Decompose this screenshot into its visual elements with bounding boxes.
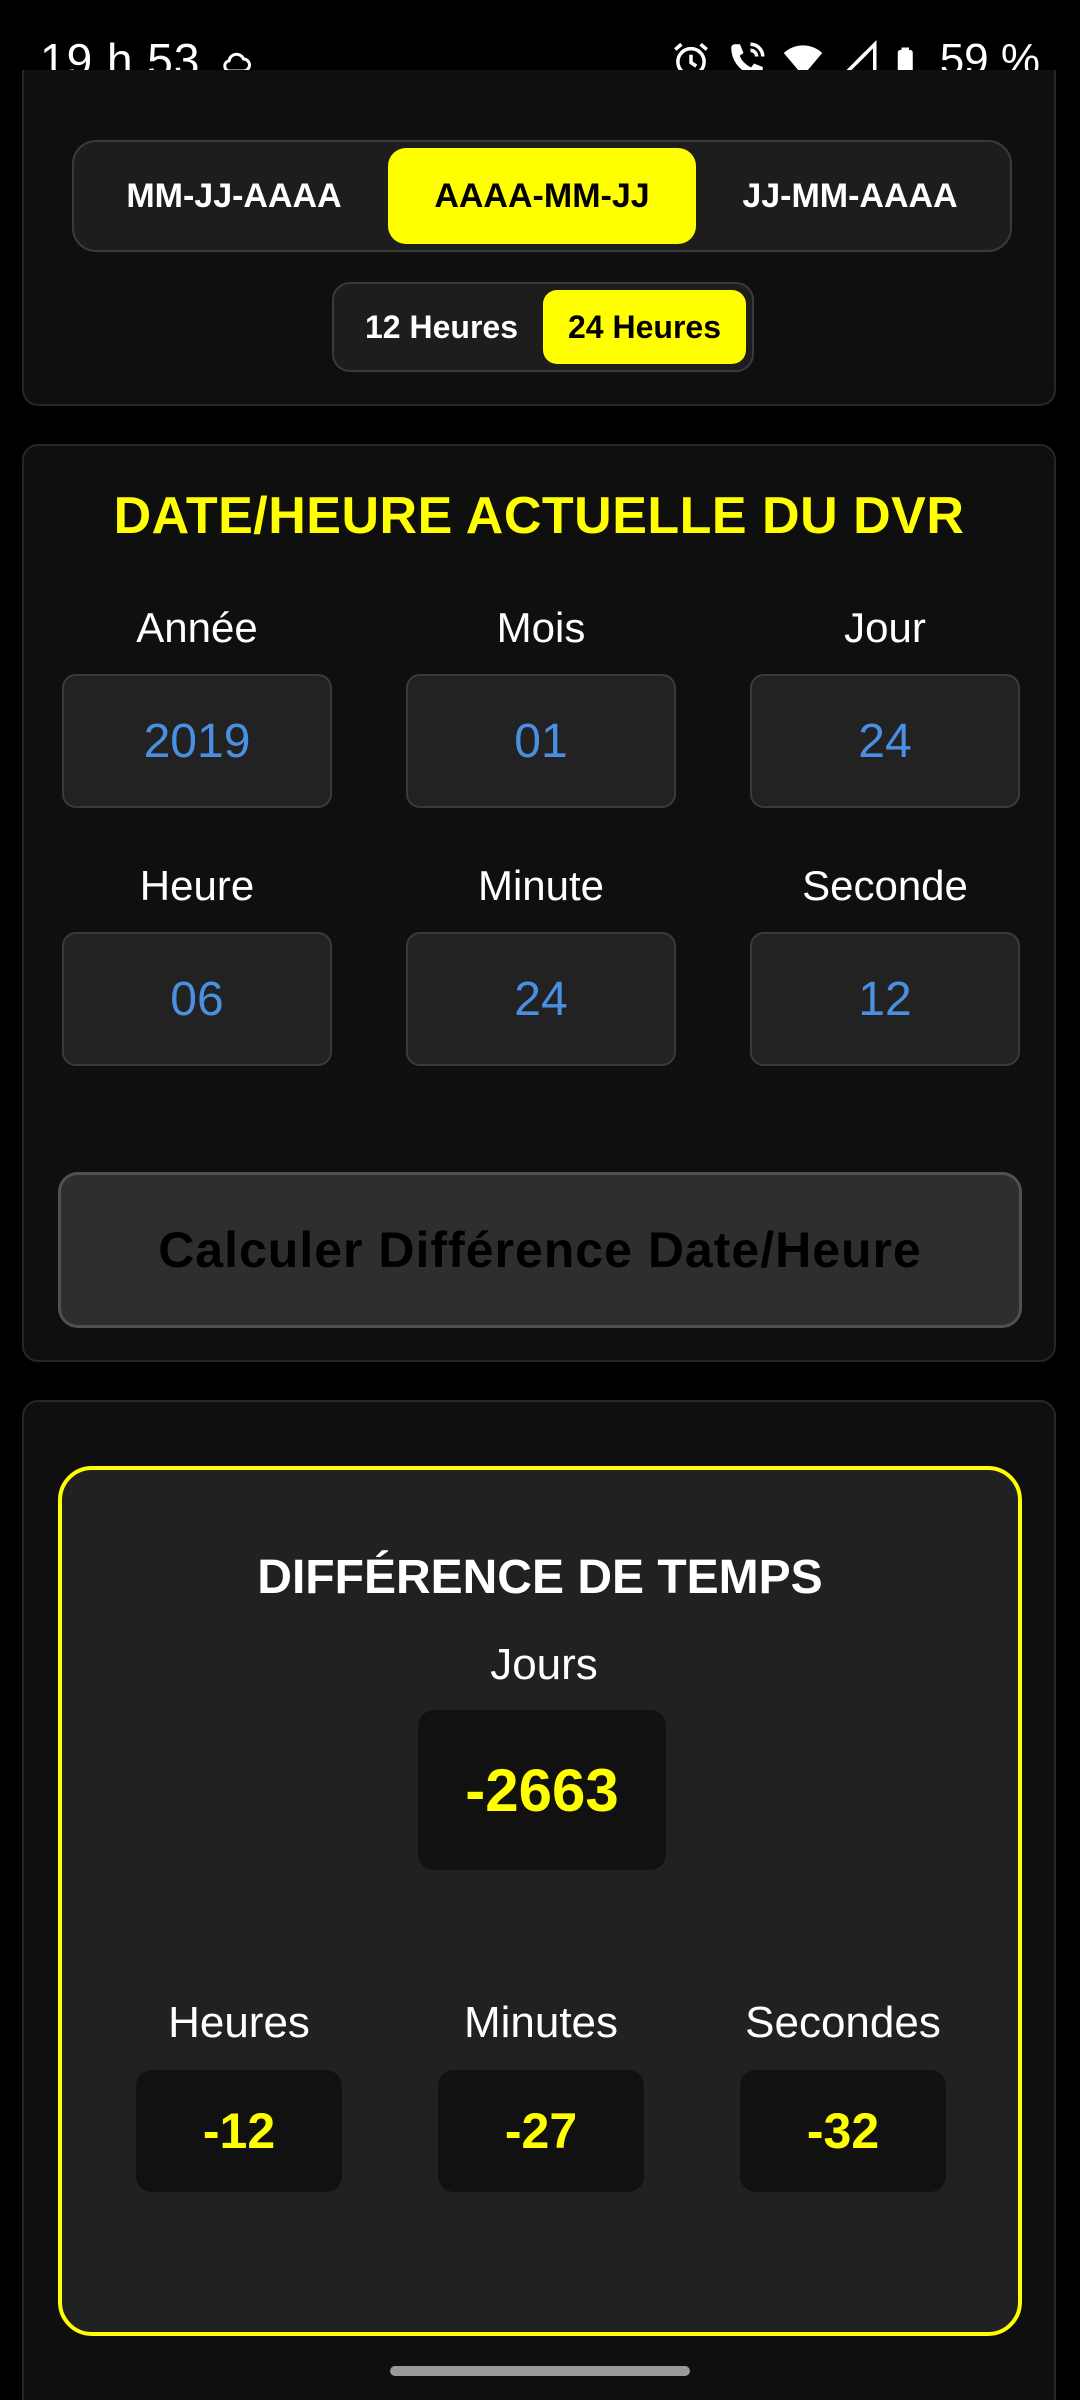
second-input[interactable]: 12 (750, 932, 1020, 1066)
hour-field: Heure 06 (62, 856, 332, 1066)
time-format-selector: 12 Heures 24 Heures (332, 282, 754, 372)
hour-label: Heure (139, 862, 255, 909)
time-format-24h[interactable]: 24 Heures (543, 290, 746, 364)
day-field: Jour 24 (750, 598, 1020, 808)
time-difference-panel: DIFFÉRENCE DE TEMPS Jours -2663 Heures -… (58, 1466, 1022, 2336)
hour-input[interactable]: 06 (62, 932, 332, 1066)
days-value: -2663 (418, 1710, 666, 1870)
days-label: Jours (490, 1640, 598, 1689)
time-difference-title: DIFFÉRENCE DE TEMPS (257, 1551, 823, 1604)
minute-input[interactable]: 24 (406, 932, 676, 1066)
day-label: Jour (844, 604, 926, 651)
date-format-selector: MM-JJ-AAAA AAAA-MM-JJ JJ-MM-AAAA (72, 140, 1012, 252)
year-input[interactable]: 2019 (62, 674, 332, 808)
date-format-mm-jj-aaaa[interactable]: MM-JJ-AAAA (80, 148, 388, 244)
gesture-nav-handle[interactable] (390, 2366, 690, 2376)
minutes-label: Minutes (463, 1998, 619, 2047)
date-format-aaaa-mm-jj[interactable]: AAAA-MM-JJ (388, 148, 696, 244)
date-format-jj-mm-aaaa[interactable]: JJ-MM-AAAA (696, 148, 1004, 244)
minute-label: Minute (477, 862, 605, 909)
seconds-value: -32 (740, 2070, 946, 2192)
month-label: Mois (496, 604, 586, 651)
calculate-difference-button[interactable]: Calculer Différence Date/Heure (58, 1172, 1022, 1328)
time-format-12h[interactable]: 12 Heures (340, 290, 543, 364)
seconds-label: Secondes (745, 1998, 941, 2047)
month-input[interactable]: 01 (406, 674, 676, 808)
hours-value: -12 (136, 2070, 342, 2192)
minute-field: Minute 24 (406, 856, 676, 1066)
year-label: Année (136, 604, 258, 651)
second-label: Seconde (802, 862, 968, 909)
second-field: Seconde 12 (750, 856, 1020, 1066)
dvr-card-title: DATE/HEURE ACTUELLE DU DVR (113, 487, 965, 545)
year-field: Année 2019 (62, 598, 332, 808)
time-difference-card: DIFFÉRENCE DE TEMPS Jours -2663 Heures -… (22, 1400, 1056, 2400)
month-field: Mois 01 (406, 598, 676, 808)
hours-label: Heures (168, 1998, 310, 2047)
format-card: MM-JJ-AAAA AAAA-MM-JJ JJ-MM-AAAA 12 Heur… (22, 70, 1056, 406)
dvr-datetime-card: DATE/HEURE ACTUELLE DU DVR Année 2019 Mo… (22, 444, 1056, 1362)
day-input[interactable]: 24 (750, 674, 1020, 808)
minutes-value: -27 (438, 2070, 644, 2192)
